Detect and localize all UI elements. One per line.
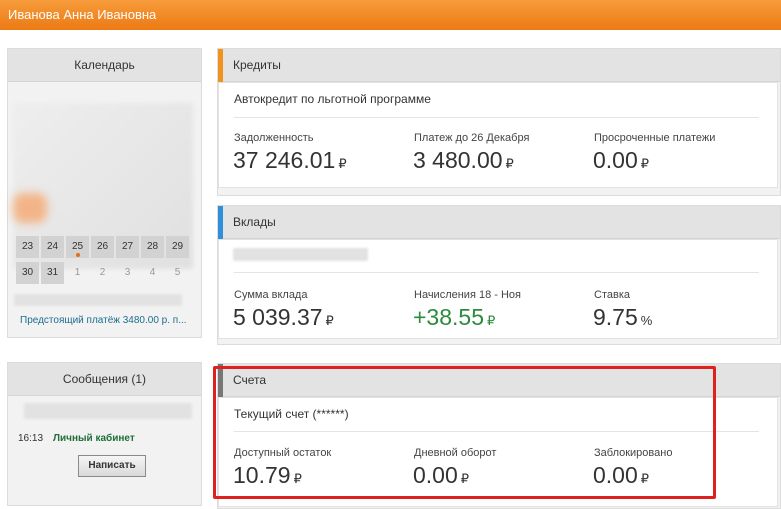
messages-panel: Сообщения (1) 16:13 Личный кабинет Напис… [7, 362, 202, 506]
ruble-icon: ₽ [325, 313, 334, 328]
rate-amount: 9.75 [593, 304, 638, 330]
debt-label: Задолженность [234, 132, 314, 144]
calendar-day-event[interactable]: 25 [66, 236, 89, 258]
calendar-panel: Календарь 23 24 25 26 27 28 29 30 31 1 2… [7, 48, 202, 338]
accrual-label: Начисления 18 - Ноя [414, 289, 521, 301]
calendar-day-next-month[interactable]: 5 [166, 262, 189, 284]
payment-amount: 3 480.00 [413, 147, 503, 173]
calendar-day[interactable]: 31 [41, 262, 64, 284]
message-link[interactable]: Личный кабинет [53, 433, 135, 444]
calendar-day-next-month[interactable]: 3 [116, 262, 139, 284]
calendar-week: 30 31 1 2 3 4 5 [16, 262, 191, 286]
message-time: 16:13 [18, 433, 44, 444]
ruble-icon: ₽ [338, 156, 347, 171]
deposit-sum-label: Сумма вклада [234, 289, 308, 301]
accrual-value: +38.55 ₽ [413, 304, 495, 331]
overdue-amount: 0.00 [593, 147, 638, 173]
calendar-day[interactable]: 27 [116, 236, 139, 258]
rate-value: 9.75% [593, 304, 652, 331]
blurred-text [24, 403, 192, 419]
calendar-day[interactable]: 26 [91, 236, 114, 258]
payment-value: 3 480.00 ₽ [413, 147, 514, 174]
calendar-day-next-month[interactable]: 4 [141, 262, 164, 284]
write-message-button[interactable]: Написать [78, 455, 146, 477]
messages-title: Сообщения (1) [8, 363, 201, 396]
upcoming-payment-link[interactable]: Предстоящий платёж 3480.00 р. п... [20, 315, 187, 326]
rate-label: Ставка [594, 289, 630, 301]
percent-sign: % [640, 313, 653, 328]
calendar-week: 23 24 25 26 27 28 29 [16, 236, 191, 260]
user-name[interactable]: Иванова Анна Ивановна [8, 7, 156, 22]
credits-header: Кредиты [218, 49, 780, 82]
deposit-card[interactable]: Сумма вклада 5 039.37 ₽ Начисления 18 - Н… [218, 239, 778, 339]
calendar-day-next-month[interactable]: 1 [66, 262, 89, 284]
deposits-header: Вклады [218, 206, 780, 239]
credits-title: Кредиты [233, 58, 281, 72]
overdue-value: 0.00 ₽ [593, 147, 649, 174]
credit-product-name[interactable]: Автокредит по льготной программе [234, 92, 431, 106]
credit-card[interactable]: Автокредит по льготной программе Задолже… [218, 82, 778, 188]
debt-value: 37 246.01 ₽ [233, 147, 347, 174]
divider [234, 272, 759, 273]
ruble-icon: ₽ [640, 156, 650, 171]
calendar-day[interactable]: 30 [16, 262, 39, 284]
calendar-title: Календарь [8, 49, 201, 82]
accounts-highlight-frame [213, 366, 716, 499]
top-bar: Иванова Анна Ивановна [0, 0, 781, 30]
deposits-title: Вклады [233, 215, 276, 229]
credits-panel: Кредиты Автокредит по льготной программе… [217, 48, 781, 196]
deposit-sum-amount: 5 039.37 [233, 304, 323, 330]
calendar-day[interactable]: 29 [166, 236, 189, 258]
deposit-sum-value: 5 039.37 ₽ [233, 304, 334, 331]
divider [234, 117, 759, 118]
calendar-day[interactable]: 24 [41, 236, 64, 258]
blurred-text [14, 294, 182, 306]
deposits-panel: Вклады Сумма вклада 5 039.37 ₽ Начисления… [217, 205, 781, 345]
blurred-deposit-name [233, 248, 368, 261]
calendar-day[interactable]: 23 [16, 236, 39, 258]
calendar-day-next-month[interactable]: 2 [91, 262, 114, 284]
overdue-label: Просроченные платежи [594, 132, 716, 144]
calendar-day[interactable]: 28 [141, 236, 164, 258]
debt-amount: 37 246.01 [233, 147, 336, 173]
deposits-accent-bar [218, 206, 223, 239]
credits-accent-bar [218, 49, 223, 82]
ruble-icon: ₽ [487, 313, 496, 328]
payment-label: Платеж до 26 Декабря [414, 132, 530, 144]
accrual-amount: +38.55 [413, 304, 484, 330]
ruble-icon: ₽ [505, 156, 514, 171]
